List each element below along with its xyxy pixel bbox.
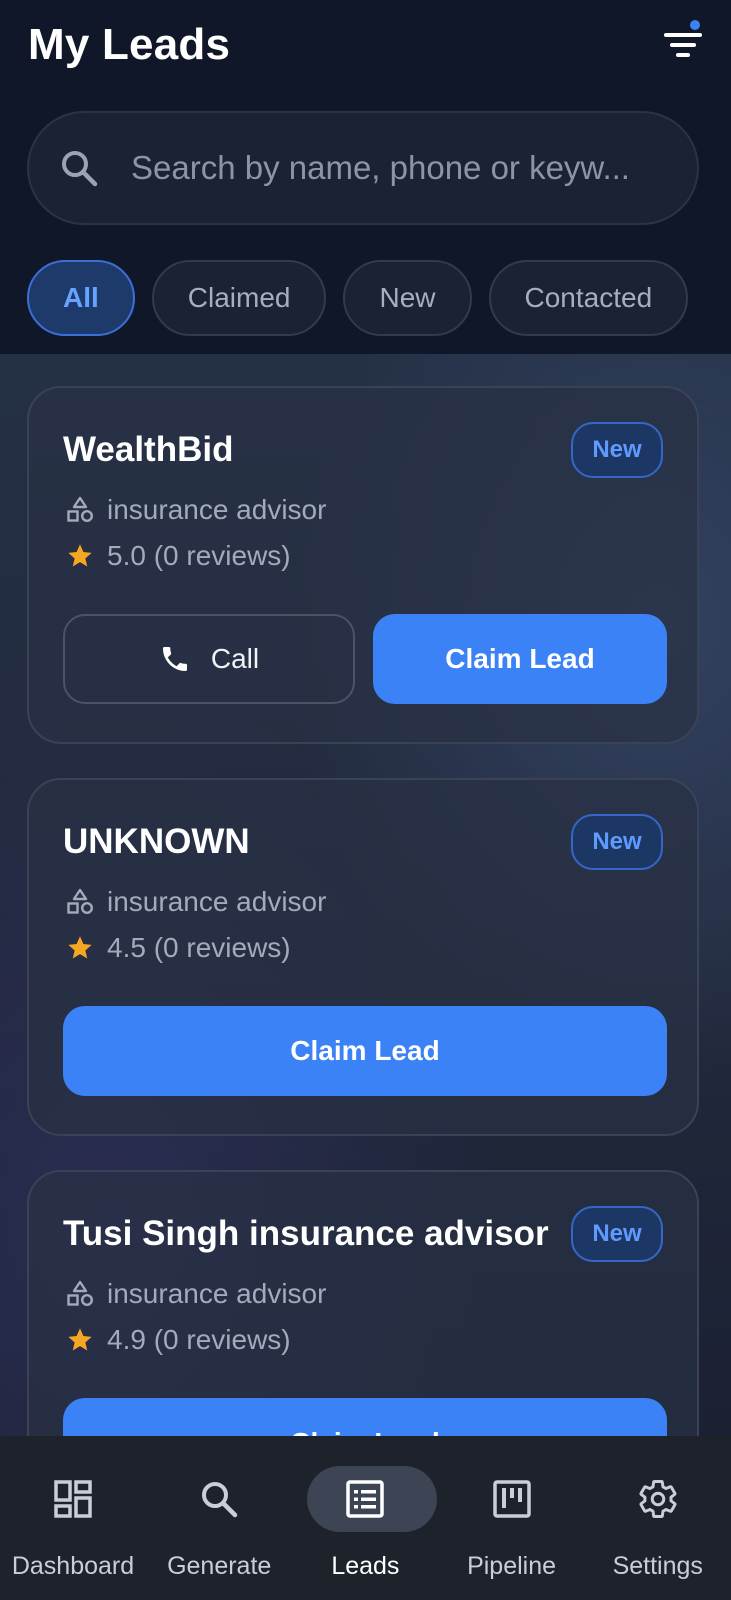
gear-icon (585, 1476, 731, 1522)
nav-generate[interactable]: Generate (146, 1436, 292, 1600)
chip-all[interactable]: All (27, 260, 135, 336)
phone-icon (162, 647, 187, 671)
lead-card[interactable]: UNKNOWN New insurance advisor 4.5 (0 rev… (27, 778, 699, 1136)
chip-contacted[interactable]: Contacted (488, 260, 689, 336)
filter-icon (664, 33, 702, 57)
leads-list[interactable]: WealthBid New insurance advisor 5.0 (0 r… (0, 354, 731, 1436)
lead-name: UNKNOWN (63, 822, 250, 861)
nav-pipeline[interactable]: Pipeline (439, 1436, 585, 1600)
chip-claimed[interactable]: Claimed (151, 260, 327, 336)
star-icon (65, 1325, 95, 1355)
nav-dashboard[interactable]: Dashboard (0, 1436, 146, 1600)
nav-label: Leads (331, 1552, 400, 1580)
lead-card[interactable]: Tusi Singh insurance advisor New insuran… (27, 1170, 699, 1436)
nav-settings[interactable]: Settings (585, 1436, 731, 1600)
category-icon (65, 887, 95, 917)
lead-rating: 4.5 (0 reviews) (65, 932, 291, 964)
star-icon (65, 933, 95, 963)
dashboard-icon (0, 1476, 146, 1522)
filter-active-dot (690, 20, 700, 30)
nav-label: Settings (612, 1552, 703, 1580)
search-icon (62, 151, 98, 187)
lead-category: insurance advisor (65, 1278, 326, 1310)
search-bar[interactable] (27, 111, 699, 225)
pipeline-icon (439, 1476, 585, 1522)
status-badge: New (571, 814, 663, 870)
search-icon (146, 1476, 292, 1522)
category-text: insurance advisor (107, 494, 327, 525)
nav-leads[interactable]: Leads (292, 1436, 438, 1600)
lead-name: WealthBid (63, 430, 234, 469)
lead-rating: 5.0 (0 reviews) (65, 540, 291, 572)
bottom-navigation: Dashboard Generate Leads Pipeline Settin… (0, 1436, 731, 1600)
nav-label: Generate (167, 1552, 272, 1580)
claim-lead-button[interactable]: Claim Lead (63, 1006, 667, 1096)
rating-text: 4.5 (0 reviews) (107, 932, 291, 963)
status-badge: New (571, 1206, 663, 1262)
header: My Leads All Claimed New Contacted (0, 0, 731, 354)
claim-lead-button[interactable]: Claim Lead (63, 1398, 667, 1436)
chip-new[interactable]: New (343, 260, 472, 336)
star-icon (65, 541, 95, 571)
call-label: Call (210, 643, 260, 674)
search-input[interactable] (131, 149, 686, 187)
status-badge: New (571, 422, 663, 478)
category-icon (65, 1279, 95, 1309)
category-icon (65, 495, 95, 525)
lead-category: insurance advisor (65, 494, 326, 526)
claim-lead-button[interactable]: Claim Lead (373, 614, 667, 704)
lead-card[interactable]: WealthBid New insurance advisor 5.0 (0 r… (27, 386, 699, 744)
page-title: My Leads (28, 20, 231, 69)
category-text: insurance advisor (107, 886, 327, 917)
call-button[interactable]: Call (63, 614, 355, 704)
lead-category: insurance advisor (65, 886, 326, 918)
rating-text: 5.0 (0 reviews) (107, 540, 291, 571)
category-text: insurance advisor (107, 1278, 327, 1309)
list-icon (292, 1476, 438, 1522)
filter-chips: All Claimed New Contacted (27, 260, 689, 336)
rating-text: 4.9 (0 reviews) (107, 1324, 291, 1355)
nav-label: Dashboard (11, 1552, 135, 1580)
nav-label: Pipeline (467, 1552, 557, 1580)
lead-name: Tusi Singh insurance advisor (63, 1214, 549, 1253)
lead-rating: 4.9 (0 reviews) (65, 1324, 291, 1356)
filter-button[interactable] (660, 20, 706, 68)
